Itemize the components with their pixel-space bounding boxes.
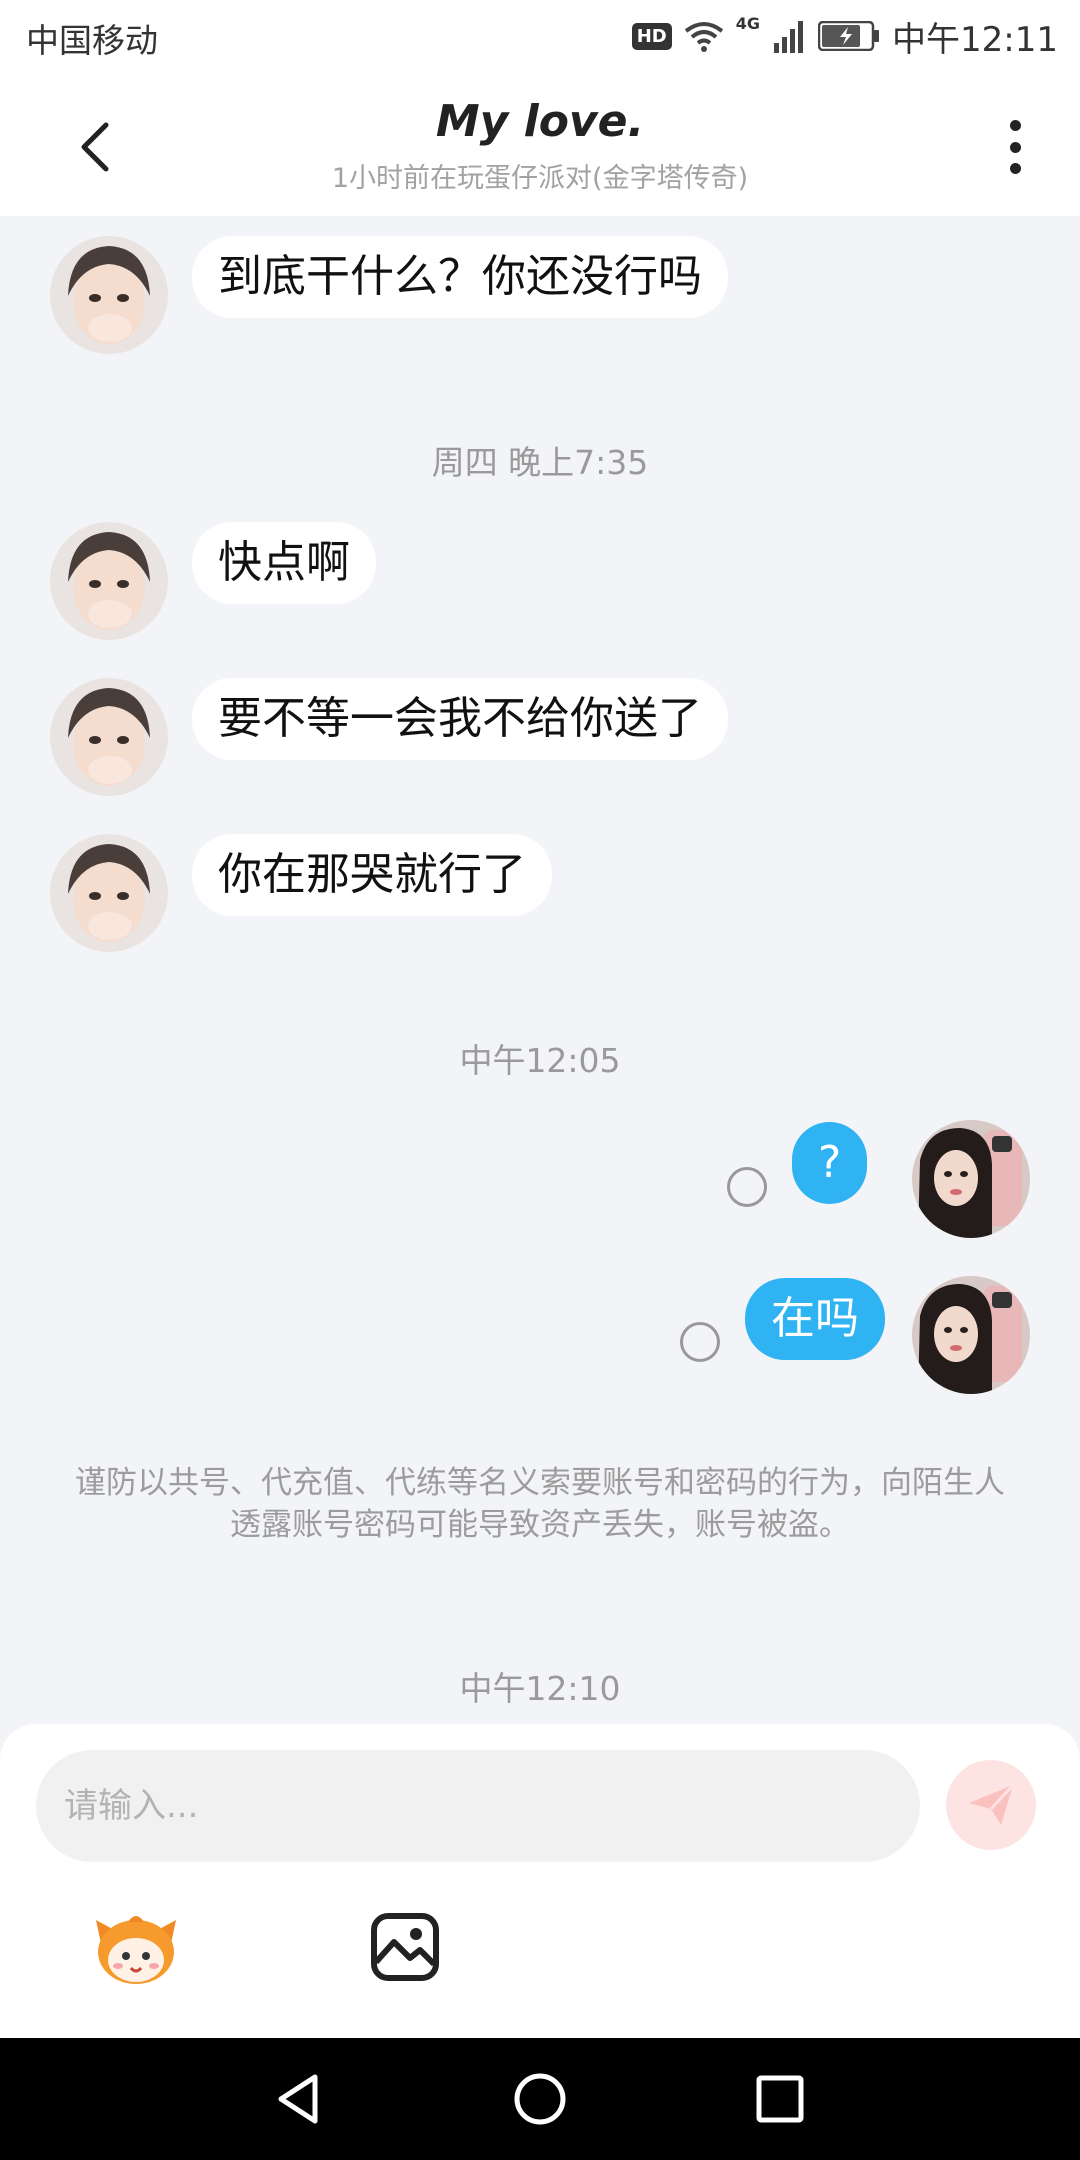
emoji-button[interactable] bbox=[92, 1908, 180, 1988]
message-bubble-incoming[interactable]: 快点啊 bbox=[192, 522, 376, 604]
contact-avatar[interactable] bbox=[50, 522, 168, 640]
contact-avatar-image bbox=[50, 522, 168, 640]
message-input[interactable] bbox=[36, 1750, 920, 1862]
chat-header: My love. 1小时前在玩蛋仔派对(金字塔传奇) bbox=[0, 74, 1080, 216]
timestamp: 周四 晚上7:35 bbox=[431, 443, 649, 482]
contact-avatar[interactable] bbox=[50, 236, 168, 354]
image-icon bbox=[371, 1913, 439, 1981]
nav-back-button[interactable] bbox=[262, 2062, 336, 2136]
status-time: 中午12:11 bbox=[892, 19, 1058, 60]
hd-badge: HD bbox=[631, 22, 672, 50]
self-avatar-image bbox=[912, 1120, 1030, 1238]
nav-home-button[interactable] bbox=[503, 2062, 577, 2136]
contact-avatar[interactable] bbox=[50, 678, 168, 796]
more-options-button[interactable] bbox=[990, 114, 1040, 180]
message-bubble-outgoing[interactable]: 在吗 bbox=[745, 1278, 885, 1360]
chat-subtitle: 1小时前在玩蛋仔派对(金字塔传奇) bbox=[331, 163, 749, 194]
security-notice: 谨防以共号、代充值、代练等名义索要账号和密码的行为，向陌生人透露账号密码可能导致… bbox=[75, 1465, 1005, 1543]
chat-title: My love. bbox=[435, 96, 645, 147]
contact-avatar[interactable] bbox=[50, 834, 168, 952]
message-bubble-incoming[interactable]: 到底干什么？你还没行吗 bbox=[192, 236, 728, 318]
carrier-name: 中国移动 bbox=[26, 21, 158, 60]
send-button[interactable] bbox=[946, 1760, 1036, 1850]
unread-status-icon bbox=[727, 1167, 767, 1207]
triangle-back-icon bbox=[278, 2074, 318, 2124]
contact-avatar-image bbox=[50, 678, 168, 796]
message-input-container bbox=[36, 1750, 920, 1862]
network-type: 4G bbox=[735, 14, 761, 33]
unread-status-icon bbox=[680, 1322, 720, 1362]
contact-avatar-image bbox=[50, 236, 168, 354]
mascot-emoji-icon bbox=[96, 1916, 176, 1984]
status-bar: 中国移动 HD 4G 中午12:11 bbox=[0, 0, 1080, 74]
message-bubble-incoming[interactable]: 你在那哭就行了 bbox=[192, 834, 552, 916]
nav-recents-button[interactable] bbox=[743, 2062, 817, 2136]
system-navigation-bar bbox=[0, 2038, 1080, 2160]
signal-icon bbox=[774, 21, 804, 53]
square-recents-icon bbox=[756, 2075, 804, 2123]
image-picker-button[interactable] bbox=[370, 1912, 440, 1982]
dot-icon bbox=[1009, 120, 1021, 131]
dot-icon bbox=[1009, 141, 1021, 153]
wifi-icon bbox=[684, 22, 723, 52]
message-bubble-outgoing[interactable]: ? bbox=[792, 1122, 868, 1204]
timestamp: 中午12:05 bbox=[459, 1041, 621, 1080]
circle-home-icon bbox=[514, 2073, 566, 2125]
self-avatar[interactable] bbox=[912, 1276, 1030, 1394]
contact-avatar-image bbox=[50, 834, 168, 952]
dot-icon bbox=[1009, 163, 1021, 174]
self-avatar-image bbox=[912, 1276, 1030, 1394]
self-avatar[interactable] bbox=[912, 1120, 1030, 1238]
send-icon bbox=[969, 1783, 1015, 1825]
input-panel bbox=[0, 1724, 1080, 2038]
battery-icon bbox=[818, 21, 880, 51]
status-icons: HD 4G 中午12:11 bbox=[631, 10, 1058, 62]
timestamp: 中午12:10 bbox=[459, 1669, 621, 1708]
message-bubble-incoming[interactable]: 要不等一会我不给你送了 bbox=[192, 678, 728, 760]
